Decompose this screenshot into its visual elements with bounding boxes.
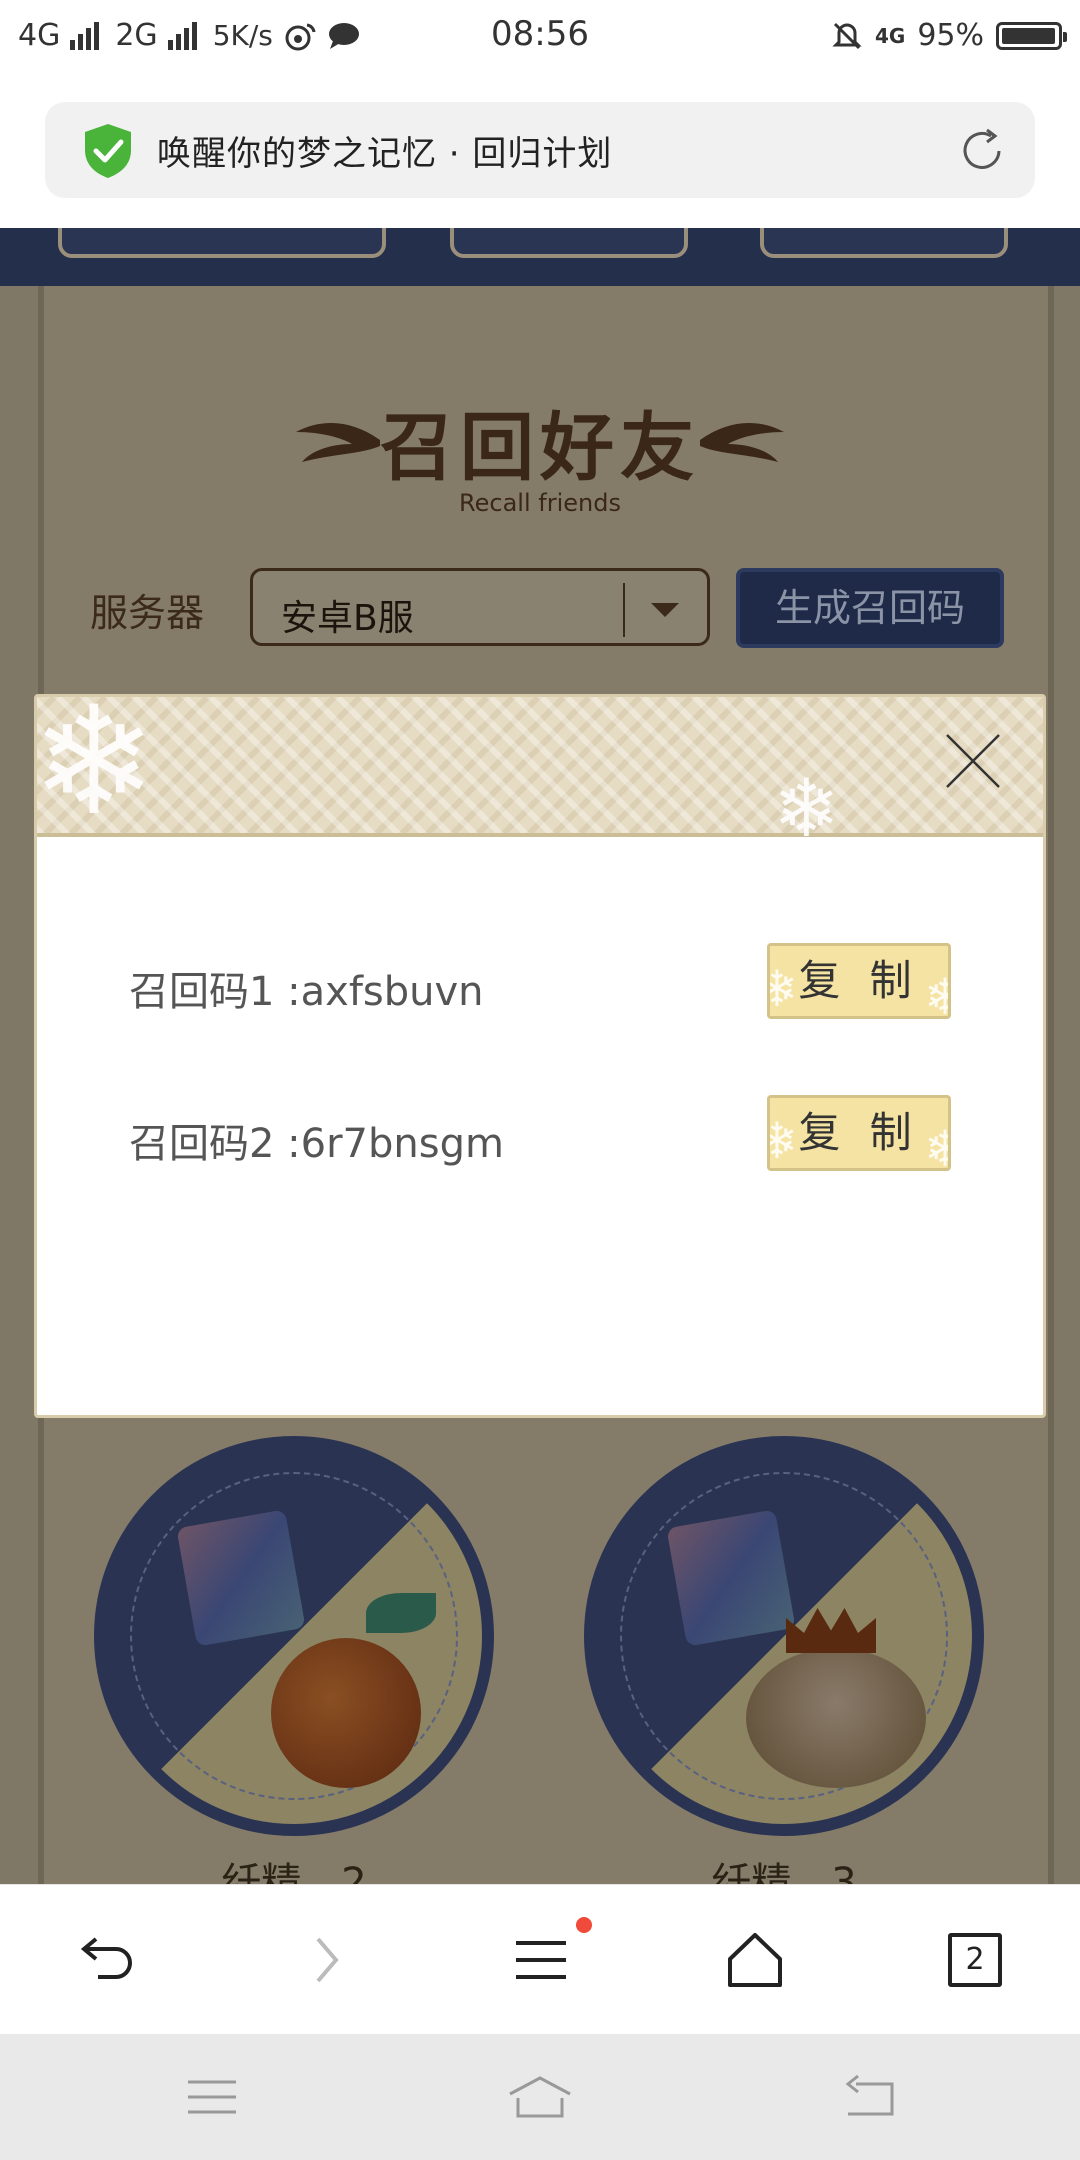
select-divider bbox=[623, 583, 625, 637]
browser-toolbar: 唤醒你的梦之记忆 · 回归计划 bbox=[0, 74, 1080, 228]
copy-button-label: 复 制 bbox=[798, 1108, 920, 1157]
mute-icon bbox=[832, 22, 862, 49]
snowflake-icon: ❄ bbox=[770, 954, 798, 1016]
snowflake-icon: ❄ bbox=[770, 1106, 798, 1168]
snowflake-icon: ❄ bbox=[924, 1114, 948, 1168]
server-select[interactable]: 安卓B服 bbox=[250, 568, 710, 646]
nav-tab-official-site[interactable] bbox=[58, 228, 386, 258]
back-icon[interactable] bbox=[838, 2072, 898, 2122]
shield-check-icon bbox=[85, 124, 131, 178]
browser-bottom-bar: 2 bbox=[0, 1884, 1080, 2035]
close-icon[interactable] bbox=[943, 731, 1003, 791]
recall-code-2: 召回码2 :6r7bnsgm bbox=[129, 1121, 504, 1167]
battery-percent: 95% bbox=[917, 18, 984, 53]
nav-tab[interactable] bbox=[760, 228, 1008, 258]
snowflake-icon: ❄ bbox=[773, 762, 841, 855]
menu-icon[interactable] bbox=[506, 1925, 576, 1995]
notification-dot bbox=[576, 1917, 592, 1933]
recall-code-1: 召回码1 :axfsbuvn bbox=[129, 969, 484, 1015]
server-label: 服务器 bbox=[90, 591, 205, 635]
dialog-header: ❄ ❄ bbox=[34, 694, 1043, 849]
status-bar: 4G 2G 5K/s 08:56 4G 95% bbox=[0, 0, 1080, 74]
forward-icon[interactable] bbox=[290, 1925, 360, 1995]
reward-item-2 bbox=[584, 1436, 984, 1836]
tab-count: 2 bbox=[948, 1933, 1002, 1987]
menu-icon[interactable] bbox=[182, 2072, 242, 2122]
battery-icon bbox=[996, 21, 1067, 50]
snowflake-icon: ❄ bbox=[34, 694, 157, 849]
address-bar[interactable]: 唤醒你的梦之记忆 · 回归计划 bbox=[45, 102, 1035, 198]
section-title: 召回好友 bbox=[380, 405, 700, 491]
status-right: 4G 95% bbox=[831, 18, 1067, 53]
network-badge: 4G bbox=[874, 23, 906, 48]
apple-icon bbox=[271, 1638, 421, 1788]
home-icon[interactable] bbox=[720, 1925, 790, 1995]
reward-label-1: 纤精…2 bbox=[221, 1860, 367, 1884]
reward-item-1 bbox=[94, 1436, 494, 1836]
tabs-icon[interactable]: 2 bbox=[940, 1925, 1010, 1995]
page-title: 唤醒你的梦之记忆 · 回归计划 bbox=[157, 134, 613, 174]
system-nav-bar bbox=[0, 2034, 1080, 2160]
leaf-icon bbox=[366, 1593, 436, 1633]
copy-button-2[interactable]: ❄ ❄ 复 制 bbox=[767, 1095, 951, 1171]
crystal-icon bbox=[666, 1509, 796, 1647]
server-select-value: 安卓B服 bbox=[281, 598, 414, 639]
copy-button-1[interactable]: ❄ ❄ 复 制 bbox=[767, 943, 951, 1019]
nav-tab[interactable] bbox=[450, 228, 688, 258]
reward-label-2: 纤精…3 bbox=[711, 1860, 857, 1884]
chevron-down-icon bbox=[651, 603, 679, 617]
site-top-nav bbox=[0, 228, 1080, 286]
section-header: 召回好友 Recall friends bbox=[0, 388, 1080, 517]
section-subtitle: Recall friends bbox=[459, 489, 621, 517]
refresh-icon[interactable] bbox=[955, 124, 1009, 178]
generate-code-button[interactable]: 生成召回码 bbox=[736, 568, 1004, 648]
crystal-icon bbox=[176, 1509, 306, 1647]
snowflake-icon: ❄ bbox=[924, 962, 948, 1016]
home-icon[interactable] bbox=[504, 2072, 576, 2122]
back-icon[interactable] bbox=[72, 1925, 142, 1995]
copy-button-label: 复 制 bbox=[798, 956, 920, 1005]
mascot-icon bbox=[746, 1648, 926, 1788]
recall-code-dialog: ❄ ❄ 召回码1 :axfsbuvn ❄ ❄ 复 制 召回码2 :6r7bnsg… bbox=[34, 694, 1046, 1418]
